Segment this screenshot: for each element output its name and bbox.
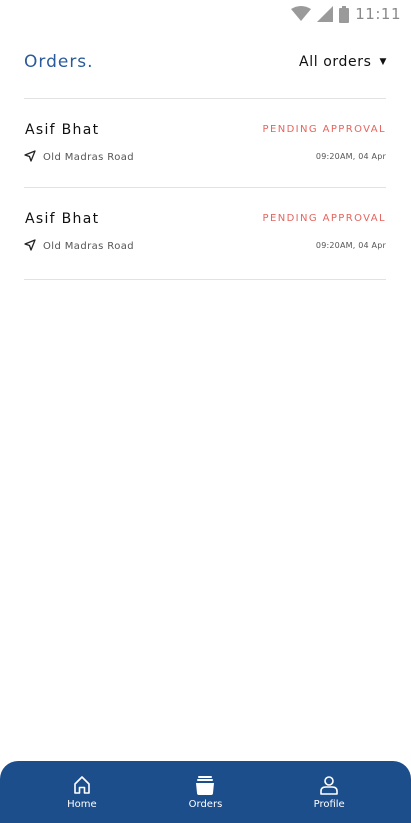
order-location-text: Old Madras Road [43,152,134,163]
divider [24,279,386,280]
orders-filter-dropdown[interactable]: All orders ▼ [299,54,387,70]
nav-item-home[interactable]: Home [37,775,127,810]
bottom-navigation: Home Orders Profile [0,761,411,823]
orders-screen: 11:11 Orders. All orders ▼ Asif Bhat PEN… [0,0,411,823]
header: Orders. All orders ▼ [24,48,387,76]
filter-label: All orders [299,54,372,70]
nav-label-orders: Orders [188,798,223,810]
order-status-badge: PENDING APPROVAL [262,124,386,135]
order-location: Old Madras Road [24,239,134,254]
battery-icon [339,5,350,23]
status-time: 11:11 [355,5,401,23]
page-title: Orders. [24,52,94,72]
orders-icon [194,775,216,795]
nav-label-home: Home [67,798,97,810]
caret-down-icon: ▼ [379,57,387,67]
nav-label-profile: Profile [313,798,345,810]
order-location-text: Old Madras Road [43,241,134,252]
wifi-icon [291,6,312,22]
navigation-arrow-icon [24,239,36,254]
navigation-arrow-icon [24,150,36,165]
signal-icon [317,6,334,22]
order-time: 09:20AM, 04 Apr [315,241,386,250]
nav-item-profile[interactable]: Profile [284,775,374,810]
order-customer-name: Asif Bhat [25,122,100,138]
order-row[interactable]: Asif Bhat PENDING APPROVAL Old Madras Ro… [24,99,386,188]
order-location: Old Madras Road [24,150,134,165]
status-bar: 11:11 [0,0,411,28]
order-row[interactable]: Asif Bhat PENDING APPROVAL Old Madras Ro… [24,188,386,277]
home-icon [72,775,92,795]
nav-item-orders[interactable]: Orders [160,775,250,810]
profile-icon [319,775,339,795]
order-customer-name: Asif Bhat [25,211,100,227]
order-time: 09:20AM, 04 Apr [315,152,386,161]
order-status-badge: PENDING APPROVAL [262,213,386,224]
